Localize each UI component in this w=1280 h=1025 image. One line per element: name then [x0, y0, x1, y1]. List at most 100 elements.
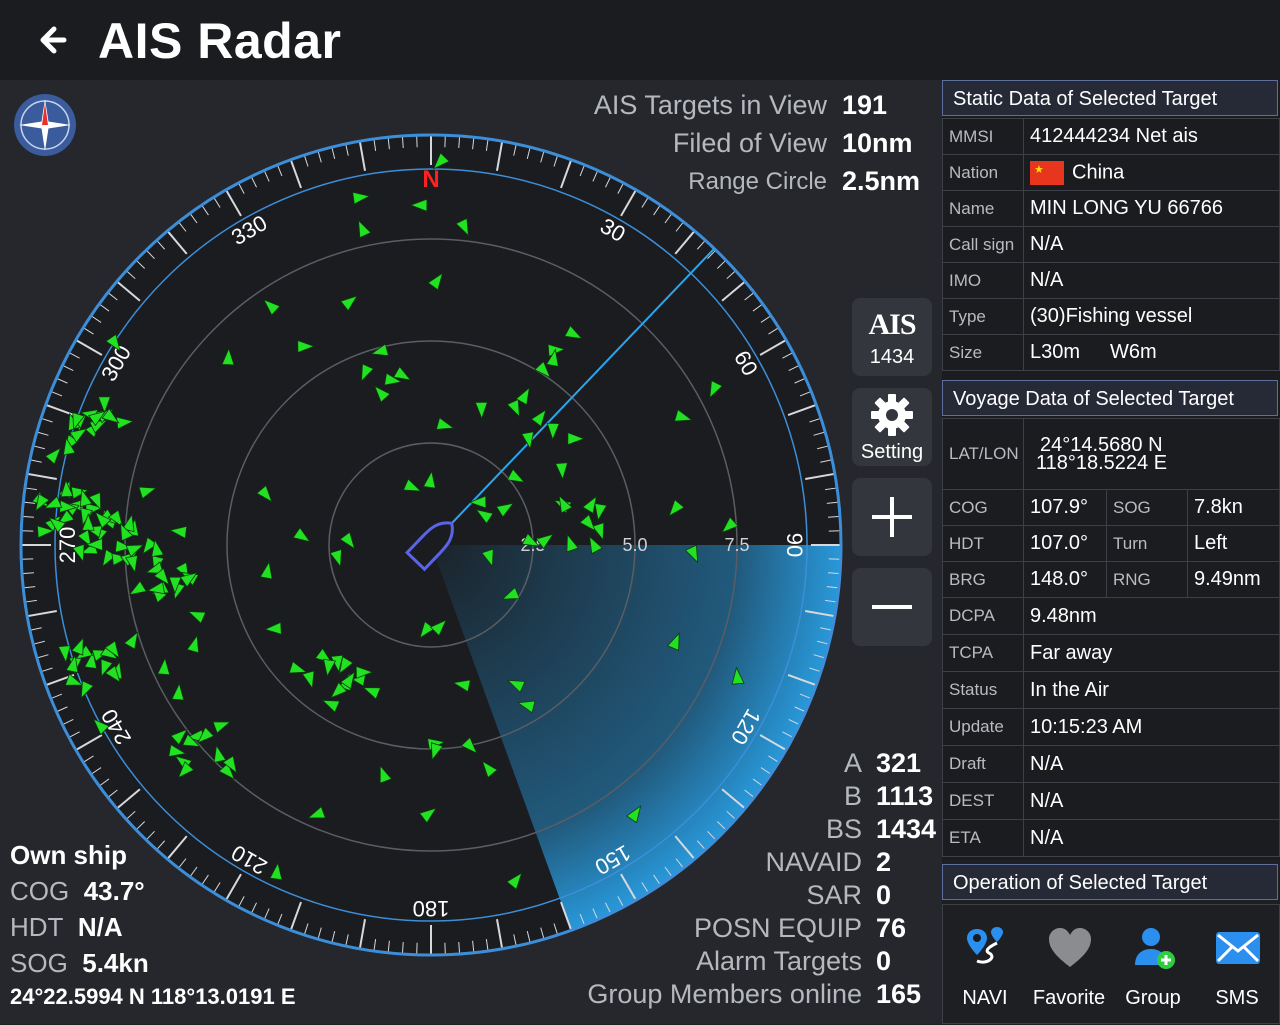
own-position: 24°22.5994 N 118°13.0191 E: [10, 984, 296, 1010]
voyage-key: Draft: [943, 746, 1024, 783]
china-flag-icon: ★: [1030, 161, 1064, 185]
rng-label: RNG: [1107, 562, 1188, 598]
static-key: Name: [943, 191, 1024, 227]
ais-targets-value: 191: [842, 90, 887, 121]
operation-panel: NAVI Favorite Group SMS: [942, 904, 1280, 1024]
static-data-panel: Static Data of Selected Target MMSI41244…: [942, 80, 1280, 380]
hdt-label: HDT: [943, 526, 1024, 562]
static-value: ★ China: [1024, 155, 1280, 191]
count-label: Group Members online: [587, 979, 862, 1010]
range-circle-value: 2.5nm: [842, 166, 920, 197]
static-row: Nation★ China: [943, 155, 1280, 191]
ais-count: 1434: [852, 346, 932, 369]
zoom-in-button[interactable]: [852, 478, 932, 556]
gear-icon: [869, 392, 915, 438]
voyage-key: TCPA: [943, 635, 1024, 672]
static-key: Type: [943, 299, 1024, 335]
voyage-row-latlon: LAT/LON 24°14.5680 N 118°18.5224 E: [943, 419, 1280, 490]
voyage-row: ETAN/A: [943, 820, 1280, 857]
favorite-button[interactable]: Favorite: [1027, 905, 1111, 1025]
voyage-value: N/A: [1024, 746, 1280, 783]
turn-label: Turn: [1107, 526, 1188, 562]
static-value: N/A: [1024, 263, 1280, 299]
brg-label: BRG: [943, 562, 1024, 598]
voyage-row: DCPA9.48nm: [943, 598, 1280, 635]
static-value-text: (30)Fishing vessel: [1030, 305, 1192, 327]
size-length: L30m: [1030, 341, 1080, 363]
static-row: MMSI412444234 Net ais: [943, 119, 1280, 155]
count-label: A: [844, 748, 862, 779]
own-sog: SOG 5.4kn: [10, 948, 149, 979]
ais-targets-label: AIS Targets in View: [594, 90, 827, 121]
ais-logo: AIS: [852, 308, 932, 342]
add-user-icon: [1131, 925, 1177, 971]
setting-label: Setting: [852, 441, 932, 464]
voyage-data-panel: Voyage Data of Selected Target LAT/LON 2…: [942, 380, 1280, 860]
zoom-out-button[interactable]: [852, 568, 932, 646]
voyage-value: N/A: [1024, 820, 1280, 857]
count-value: 0: [876, 946, 891, 977]
static-key: Call sign: [943, 227, 1024, 263]
navi-label: NAVI: [943, 987, 1027, 1010]
count-value: 165: [876, 979, 921, 1010]
sms-button[interactable]: SMS: [1195, 905, 1279, 1025]
static-table: MMSI412444234 Net aisNation★ China Name MIN…: [942, 118, 1280, 371]
voyage-row: DraftN/A: [943, 746, 1280, 783]
range-label-7.5: 7.5: [724, 535, 749, 555]
count-label: B: [844, 781, 862, 812]
operation-panel-title: Operation of Selected Target: [942, 864, 1278, 900]
navi-button[interactable]: NAVI: [943, 905, 1027, 1025]
voyage-key: ETA: [943, 820, 1024, 857]
voyage-panel-title: Voyage Data of Selected Target: [942, 380, 1278, 416]
static-value-text: China: [1072, 161, 1124, 183]
group-button[interactable]: Group: [1111, 905, 1195, 1025]
voyage-row: TCPAFar away: [943, 635, 1280, 672]
count-label: BS: [826, 814, 862, 845]
voyage-row: StatusIn the Air: [943, 672, 1280, 709]
latlon-label: LAT/LON: [943, 419, 1024, 490]
voyage-value: 9.48nm: [1024, 598, 1280, 635]
count-label: Alarm Targets: [696, 946, 862, 977]
navi-route-icon: [963, 925, 1009, 971]
voyage-row-cog: COG 107.9° SOG 7.8kn: [943, 490, 1280, 526]
count-value: 0: [876, 880, 891, 911]
static-row: IMON/A: [943, 263, 1280, 299]
own-hdt-value: N/A: [78, 912, 123, 942]
voyage-key: Status: [943, 672, 1024, 709]
static-key: MMSI: [943, 119, 1024, 155]
voyage-key: DCPA: [943, 598, 1024, 635]
size-value: L30m W6m: [1024, 335, 1280, 371]
cog-value: 107.9°: [1024, 490, 1107, 526]
sog-value: 7.8kn: [1188, 490, 1280, 526]
voyage-row: DESTN/A: [943, 783, 1280, 820]
static-value: MIN LONG YU 66766: [1024, 191, 1280, 227]
count-value: 321: [876, 748, 921, 779]
compass-icon[interactable]: [13, 93, 77, 157]
own-ship-title: Own ship: [10, 840, 127, 871]
rng-value: 9.49nm: [1188, 562, 1280, 598]
static-value-text: MIN LONG YU 66766: [1030, 197, 1223, 219]
hdt-value: 107.0°: [1024, 526, 1107, 562]
turn-value: Left: [1188, 526, 1280, 562]
fov-value: 10nm: [842, 128, 913, 159]
ais-filter-button[interactable]: AIS 1434: [852, 298, 932, 376]
own-hdt-label: HDT: [10, 912, 63, 942]
heart-icon: [1047, 925, 1093, 971]
north-label: N: [422, 166, 439, 193]
size-width: W6m: [1110, 341, 1157, 363]
setting-button[interactable]: Setting: [852, 388, 932, 466]
favorite-label: Favorite: [1027, 987, 1111, 1010]
static-key: Nation: [943, 155, 1024, 191]
count-value: 2: [876, 847, 891, 878]
lon-value: 118°18.5224 E: [1036, 454, 1279, 472]
own-cog-value: 43.7°: [84, 876, 145, 906]
own-sog-value: 5.4kn: [82, 948, 149, 978]
back-arrow-icon[interactable]: [34, 18, 78, 62]
own-cog: COG 43.7°: [10, 876, 145, 907]
voyage-row-hdt: HDT 107.0° Turn Left: [943, 526, 1280, 562]
count-label: NAVAID: [765, 847, 862, 878]
cog-label: COG: [943, 490, 1024, 526]
bearing-label-90: 90: [782, 533, 807, 557]
own-hdt: HDT N/A: [10, 912, 123, 943]
count-value: 76: [876, 913, 906, 944]
